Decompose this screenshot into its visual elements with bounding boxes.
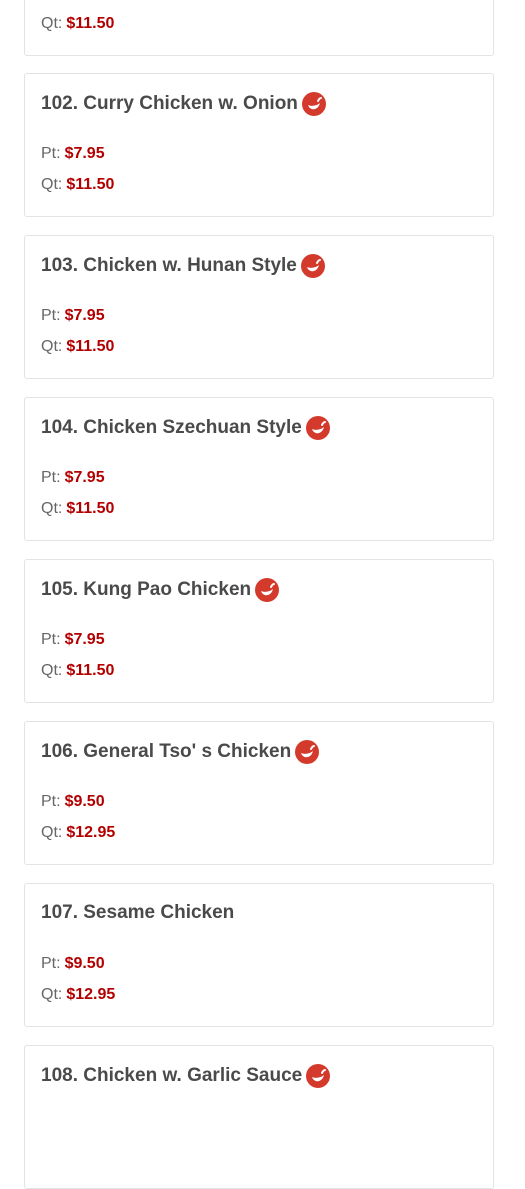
menu-item-card[interactable]: 102. Curry Chicken w. Onion Pt: $7.95 Qt:…: [24, 73, 494, 217]
price-label: Qt:: [41, 986, 63, 1003]
price-row-pt: Pt: $9.50: [41, 793, 105, 811]
menu-item-card[interactable]: 104. Chicken Szechuan Style Pt: $7.95 Qt:…: [24, 397, 494, 541]
menu-item-title: 107. Sesame Chicken: [41, 902, 234, 924]
price-value: $9.50: [64, 793, 105, 810]
menu-item-title: 103. Chicken w. Hunan Style: [41, 254, 325, 278]
price-value: $11.50: [66, 500, 115, 517]
price-label: Qt:: [41, 500, 63, 517]
price-row-pt: Pt: $7.95: [41, 145, 105, 163]
price-value: $11.50: [66, 338, 115, 355]
menu-item-name: 106. General Tso' s Chicken: [41, 741, 292, 762]
price-value: $7.95: [64, 145, 105, 162]
menu-item-name: 107. Sesame Chicken: [41, 902, 235, 923]
menu-item-name: 103. Chicken w. Hunan Style: [41, 255, 297, 276]
price-value: $7.95: [64, 307, 105, 324]
chili-pepper-icon: [306, 1064, 331, 1088]
chili-pepper-icon: [305, 416, 330, 440]
price-value: $9.50: [64, 955, 105, 972]
price-label: Qt:: [41, 338, 63, 355]
price-label: Pt:: [41, 145, 61, 162]
menu-item-card[interactable]: 108. Chicken w. Garlic Sauce: [24, 1045, 494, 1189]
chili-pepper-icon: [295, 740, 320, 764]
price-label: Qt:: [41, 662, 63, 679]
price-row-qt: Qt: $12.95: [41, 986, 115, 1004]
menu-item-title: 108. Chicken w. Garlic Sauce: [41, 1064, 331, 1088]
price-row-qt: Qt: $11.50: [41, 338, 114, 356]
price-row-pt: Pt: $7.95: [41, 307, 105, 325]
menu-item-name: 104. Chicken Szechuan Style: [41, 417, 302, 438]
price-label: Pt:: [41, 469, 61, 486]
chili-pepper-icon: [301, 92, 326, 116]
menu-item-name: 105. Kung Pao Chicken: [41, 579, 252, 600]
price-row-pt: Pt: $7.95: [41, 469, 105, 487]
menu-item-title: 102. Curry Chicken w. Onion: [41, 92, 326, 116]
menu-item-title: 106. General Tso' s Chicken: [41, 740, 320, 764]
price-label: Pt:: [41, 307, 61, 324]
price-row-qt: Qt: $11.50: [41, 500, 114, 518]
price-row-qt: Qt: $11.50: [41, 662, 114, 680]
price-value: $11.50: [66, 15, 115, 32]
menu-item-card[interactable]: 106. General Tso' s Chicken Pt: $9.50 Qt:…: [24, 721, 494, 865]
chili-pepper-icon: [255, 578, 280, 602]
price-row-qt: Qt: $11.50: [41, 176, 114, 194]
menu-item-card[interactable]: Qt: $11.50: [24, 0, 494, 56]
price-label: Qt:: [41, 824, 63, 841]
price-row-qt: Qt: $11.50: [41, 15, 114, 33]
price-label: Pt:: [41, 793, 61, 810]
price-value: $11.50: [66, 662, 115, 679]
price-value: $7.95: [64, 631, 105, 648]
menu-item-name: 102. Curry Chicken w. Onion: [41, 93, 298, 114]
menu-item-card[interactable]: 107. Sesame Chicken Pt: $9.50 Qt: $12.95: [24, 883, 494, 1027]
price-value: $11.50: [66, 176, 115, 193]
price-row-pt: Pt: $9.50: [41, 955, 105, 973]
price-label: Qt:: [41, 176, 63, 193]
price-label: Pt:: [41, 955, 61, 972]
price-row-qt: Qt: $12.95: [41, 824, 115, 842]
menu-item-card[interactable]: 103. Chicken w. Hunan Style Pt: $7.95 Qt:…: [24, 235, 494, 379]
chili-pepper-icon: [300, 254, 325, 278]
price-value: $12.95: [66, 986, 116, 1003]
price-label: Qt:: [41, 15, 63, 32]
price-row-pt: Pt: $7.95: [41, 631, 105, 649]
price-label: Pt:: [41, 631, 61, 648]
menu-item-title: 104. Chicken Szechuan Style: [41, 416, 330, 440]
price-value: $7.95: [64, 469, 105, 486]
menu-item-card[interactable]: 105. Kung Pao Chicken Pt: $7.95 Qt: $11.50: [24, 559, 494, 703]
menu-item-name: 108. Chicken w. Garlic Sauce: [41, 1065, 303, 1086]
price-value: $12.95: [66, 824, 116, 841]
menu-item-title: 105. Kung Pao Chicken: [41, 578, 280, 602]
